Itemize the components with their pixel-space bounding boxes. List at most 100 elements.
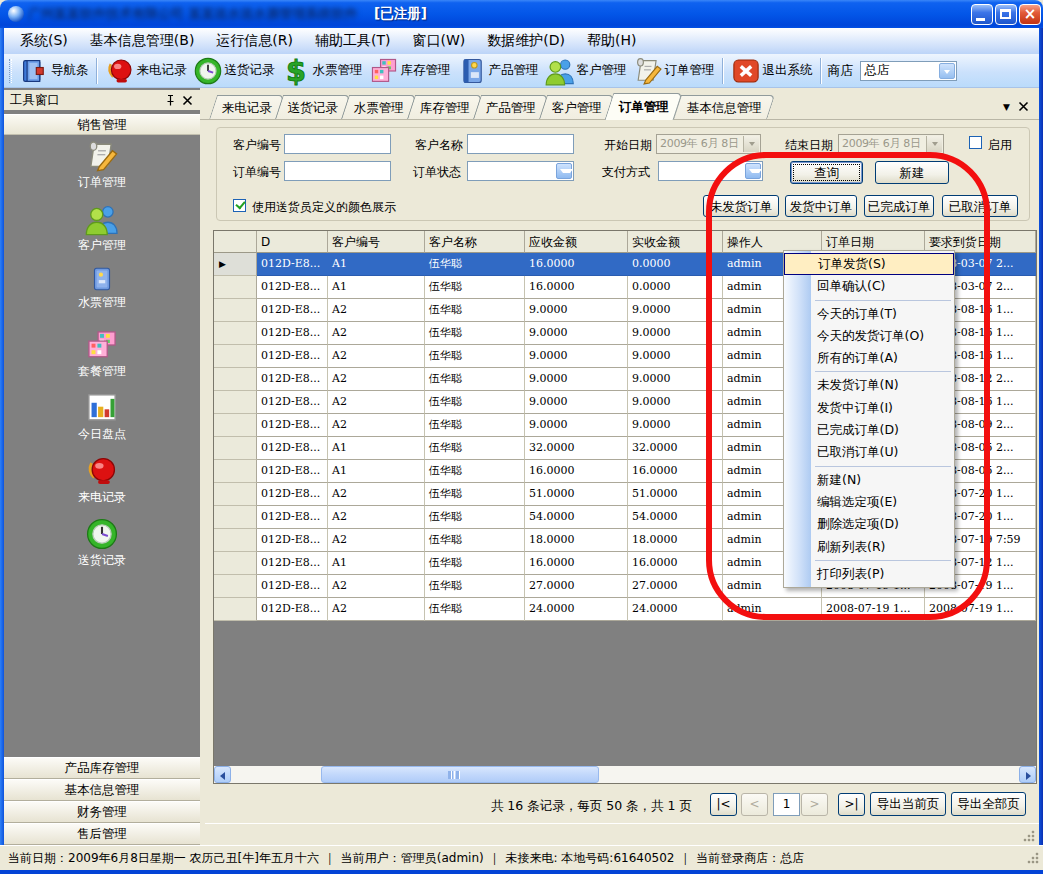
- sidebar-item-call-log[interactable]: 来电记录: [4, 450, 200, 513]
- sidebar-section-sales[interactable]: 销售管理: [4, 114, 200, 135]
- column-header[interactable]: 实收金额: [628, 231, 723, 253]
- context-menu-item[interactable]: 订单发货(S): [784, 253, 954, 275]
- context-menu-item[interactable]: 未发货订单(N): [784, 374, 954, 396]
- tab-basic-info[interactable]: 基本信息管理: [673, 95, 775, 120]
- row-selector[interactable]: [214, 483, 257, 506]
- toolbar-delivery-log-button[interactable]: 送货记录: [190, 56, 278, 86]
- horizontal-scrollbar[interactable]: [214, 766, 1036, 783]
- menu-help[interactable]: 帮助(H): [576, 32, 647, 50]
- tab-call-log[interactable]: 来电记录: [209, 95, 284, 120]
- scrollbar-thumb[interactable]: [321, 766, 599, 783]
- status-resize-grip[interactable]: [1027, 851, 1040, 864]
- column-header[interactable]: D: [257, 231, 328, 253]
- chevron-down-icon[interactable]: [743, 136, 759, 152]
- menu-run-info[interactable]: 运行信息(R): [205, 32, 304, 50]
- toolbar-exit-button[interactable]: 退出系统: [728, 56, 816, 86]
- close-icon[interactable]: [181, 94, 194, 107]
- tab-customer[interactable]: 客户管理: [539, 95, 614, 120]
- row-selector[interactable]: [214, 598, 257, 621]
- menu-basic-info[interactable]: 基本信息管理(B): [79, 32, 206, 50]
- context-menu-item[interactable]: 刷新列表(R): [784, 536, 954, 558]
- export-current-page-button[interactable]: 导出当前页: [870, 792, 946, 816]
- close-button[interactable]: ×: [1019, 4, 1041, 25]
- customer-name-input[interactable]: [467, 134, 574, 154]
- context-menu-item[interactable]: 编辑选定项(E): [784, 491, 954, 513]
- context-menu-item[interactable]: 打印列表(P): [784, 563, 954, 585]
- toolbar-water-ticket-button[interactable]: $ 水票管理: [278, 56, 366, 86]
- last-page-button[interactable]: >|: [838, 793, 865, 816]
- chevron-down-icon[interactable]: [745, 163, 761, 179]
- toolbar-inventory-button[interactable]: 库存管理: [366, 56, 454, 86]
- menu-data-maint[interactable]: 数据维护(D): [476, 32, 576, 50]
- row-selector[interactable]: [214, 345, 257, 368]
- row-selector[interactable]: ▶: [214, 253, 257, 276]
- order-status-select[interactable]: [467, 161, 574, 181]
- row-selector[interactable]: [214, 437, 257, 460]
- customer-no-input[interactable]: [284, 134, 391, 154]
- row-selector[interactable]: [214, 529, 257, 552]
- order-no-input[interactable]: [284, 161, 391, 181]
- sidebar-bar-finance[interactable]: 财务管理: [4, 801, 200, 823]
- toolbar-grip[interactable]: [9, 59, 12, 83]
- sidebar-item-order[interactable]: 订单管理: [4, 135, 200, 198]
- sidebar-item-today-check[interactable]: 今日盘点: [4, 387, 200, 450]
- tab-list-dropdown-icon[interactable]: ▼: [1003, 102, 1010, 112]
- tab-delivery-log[interactable]: 送货记录: [275, 95, 350, 120]
- tab-close-icon[interactable]: [1018, 101, 1029, 112]
- context-menu-item[interactable]: 今天的发货订单(O): [784, 325, 954, 347]
- sidebar-bar-basic-info[interactable]: 基本信息管理: [4, 779, 200, 801]
- row-selector[interactable]: [214, 368, 257, 391]
- end-date-field[interactable]: 2009年 6月 8日: [838, 134, 944, 154]
- menu-aux-tools[interactable]: 辅助工具(T): [304, 32, 401, 50]
- minimize-button[interactable]: [971, 4, 993, 25]
- menu-window[interactable]: 窗口(W): [401, 32, 476, 50]
- context-menu-item[interactable]: 已取消订单(U): [784, 441, 954, 463]
- toolbar-customer-button[interactable]: 客户管理: [542, 56, 630, 86]
- context-menu-item[interactable]: 所有的订单(A): [784, 347, 954, 369]
- filter-completed-button[interactable]: 已完成订单: [864, 195, 934, 217]
- shop-select[interactable]: 总店: [860, 61, 957, 81]
- filter-shipping-button[interactable]: 发货中订单: [785, 195, 857, 217]
- column-header[interactable]: 应收金额: [525, 231, 628, 253]
- menu-system[interactable]: 系统(S): [9, 32, 79, 50]
- row-selector[interactable]: [214, 506, 257, 529]
- scroll-right-icon[interactable]: [1019, 766, 1036, 783]
- toolbar-product-button[interactable]: 产品管理: [454, 56, 542, 86]
- row-selector[interactable]: [214, 299, 257, 322]
- chevron-down-icon[interactable]: [556, 163, 572, 179]
- context-menu-item[interactable]: 回单确认(C): [784, 275, 954, 297]
- maximize-button[interactable]: [995, 4, 1017, 25]
- pay-method-select[interactable]: [658, 161, 763, 181]
- filter-cancelled-button[interactable]: 已取消订单: [942, 195, 1018, 217]
- table-row[interactable]: 012D-E8...A2伍华聪24.000024.0000admin2008-0…: [214, 598, 1036, 621]
- row-selector[interactable]: [214, 276, 257, 299]
- resize-grip[interactable]: [1023, 829, 1036, 842]
- column-header[interactable]: 客户编号: [328, 231, 425, 253]
- chevron-down-icon[interactable]: [939, 63, 955, 79]
- query-button[interactable]: 查询: [790, 161, 863, 184]
- pin-icon[interactable]: [164, 94, 177, 107]
- toolbar-navbar-button[interactable]: 导航条: [16, 56, 92, 86]
- context-menu-item[interactable]: 发货中订单(I): [784, 397, 954, 419]
- context-menu-item[interactable]: 已完成订单(D): [784, 419, 954, 441]
- context-menu-item[interactable]: 今天的订单(T): [784, 303, 954, 325]
- sidebar-item-package[interactable]: 套餐管理: [4, 324, 200, 387]
- next-page-button[interactable]: >: [801, 793, 828, 816]
- row-selector[interactable]: [214, 322, 257, 345]
- tab-inventory[interactable]: 库存管理: [407, 95, 482, 120]
- tab-water-ticket[interactable]: 水票管理: [341, 95, 416, 120]
- toolbar-call-log-button[interactable]: 来电记录: [102, 56, 190, 86]
- toolbar-order-button[interactable]: 订单管理: [630, 56, 718, 86]
- row-selector[interactable]: [214, 391, 257, 414]
- tab-order[interactable]: 订单管理: [605, 93, 683, 120]
- start-date-field[interactable]: 2009年 6月 8日: [656, 134, 761, 154]
- filter-unshipped-button[interactable]: 未发货订单: [703, 195, 779, 217]
- context-menu-item[interactable]: 删除选定项(D): [784, 513, 954, 535]
- new-button[interactable]: 新建: [875, 161, 949, 184]
- sidebar-bar-product-inventory[interactable]: 产品库存管理: [4, 757, 200, 779]
- prev-page-button[interactable]: <: [741, 793, 768, 816]
- row-selector[interactable]: [214, 575, 257, 598]
- enable-checkbox[interactable]: [969, 136, 982, 149]
- chevron-down-icon[interactable]: [926, 136, 942, 152]
- tab-product[interactable]: 产品管理: [473, 95, 548, 120]
